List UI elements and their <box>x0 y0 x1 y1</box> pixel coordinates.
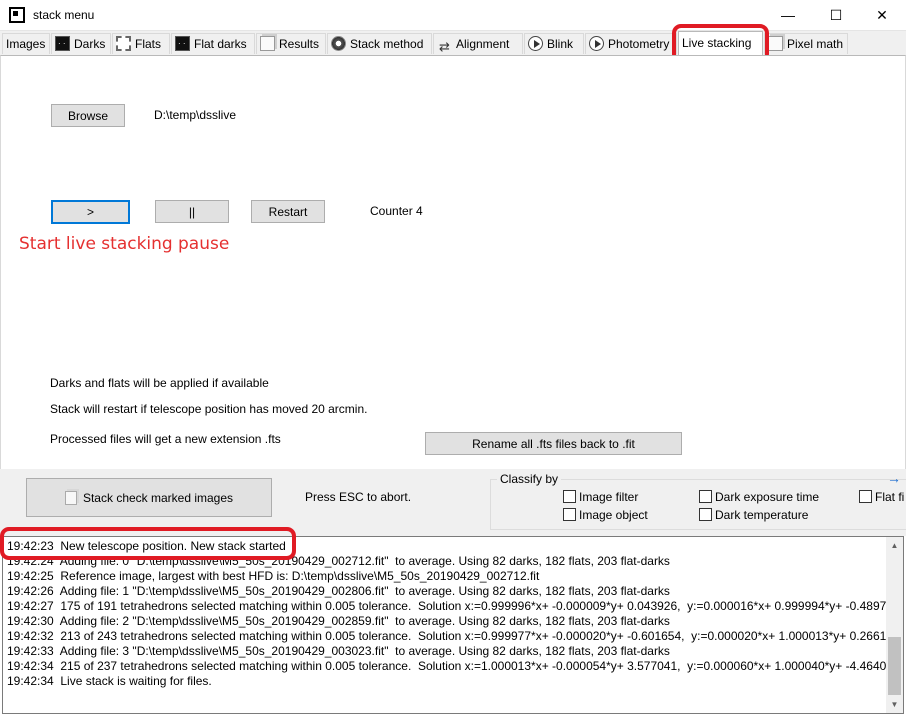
flat-filter-label: Flat fi <box>875 490 905 504</box>
counter-label: Counter 4 <box>370 204 423 218</box>
dark-temperature-checkbox[interactable] <box>699 508 712 521</box>
classify-title: Classify by <box>497 472 562 486</box>
maximize-button[interactable]: ☐ <box>813 0 859 31</box>
stack-images-icon <box>64 490 77 505</box>
scroll-up-icon[interactable]: ▲ <box>886 537 903 554</box>
pause-button[interactable]: || <box>155 200 229 223</box>
minimize-button[interactable]: — <box>765 0 811 31</box>
play-icon <box>528 36 543 51</box>
live-folder-path: D:\temp\dsslive <box>154 108 237 122</box>
log-scrollbar[interactable]: ▲ ▼ <box>886 537 903 713</box>
tab-bar: Images Darks Flats Flat darks Results St… <box>0 31 906 55</box>
dark-exposure-label: Dark exposure time <box>715 490 820 504</box>
rename-fts-button[interactable]: Rename all .fts files back to .fit <box>425 432 682 455</box>
annotation-start-live-stacking: Start live stacking <box>19 234 173 254</box>
tab-flats[interactable]: Flats <box>112 33 170 54</box>
tab-label: Pixel math <box>787 37 844 51</box>
results-icon <box>260 36 275 51</box>
log-memo[interactable]: 19:42:23 New telescope position. New sta… <box>2 536 904 714</box>
esc-abort-text: Press ESC to abort. <box>305 490 412 504</box>
tab-photometry[interactable]: Photometry <box>585 33 677 54</box>
bottom-bar: Stack check marked images Press ESC to a… <box>0 469 906 536</box>
info-darks-flats: Darks and flats will be applied if avail… <box>50 376 269 390</box>
log-line: 19:42:33 Adding file: 3 "D:\temp\dsslive… <box>7 644 670 658</box>
info-extension: Processed files will get a new extension… <box>50 432 281 446</box>
scroll-thumb[interactable] <box>888 637 901 695</box>
log-line: 19:42:32 213 of 243 tetrahedrons selecte… <box>7 629 900 643</box>
image-filter-label: Image filter <box>579 490 639 504</box>
dark-temperature-label: Dark temperature <box>715 508 809 522</box>
play-icon <box>589 36 604 51</box>
image-object-checkbox[interactable] <box>563 508 576 521</box>
window-title: stack menu <box>33 8 95 22</box>
log-line: 19:42:34 215 of 237 tetrahedrons selecte… <box>7 659 900 673</box>
tab-label: Photometry <box>608 37 670 51</box>
stack-check-marked-button[interactable]: Stack check marked images <box>26 478 272 517</box>
annotation-pause: pause <box>178 234 230 254</box>
title-bar: stack menu — ☐ ✕ <box>0 0 906 31</box>
browse-button[interactable]: Browse <box>51 104 125 127</box>
tab-label: Blink <box>547 37 574 51</box>
tab-darks[interactable]: Darks <box>51 33 111 54</box>
gear-icon <box>331 36 346 51</box>
tab-live-stacking[interactable]: Live stacking <box>678 31 763 55</box>
alignment-arrows-icon: ⇄ <box>439 39 450 54</box>
tab-pixel-math[interactable]: Pixel math <box>764 33 848 54</box>
log-line: 19:42:30 Adding file: 2 "D:\temp\dsslive… <box>7 614 670 628</box>
image-filter-checkbox[interactable] <box>563 490 576 503</box>
tab-label: Flat darks <box>194 37 247 51</box>
classify-groupbox <box>490 479 906 530</box>
log-line: 19:42:34 Live stack is waiting for files… <box>7 674 212 688</box>
tab-label: Stack method <box>350 37 424 51</box>
tab-results[interactable]: Results <box>256 33 326 54</box>
log-line: 19:42:27 175 of 191 tetrahedrons selecte… <box>7 599 900 613</box>
arrow-right-icon[interactable]: → <box>887 470 901 486</box>
log-line: 19:42:23 New telescope position. New sta… <box>7 539 286 553</box>
tab-flat-darks[interactable]: Flat darks <box>171 33 255 54</box>
app-icon <box>9 7 25 23</box>
tab-images[interactable]: Images <box>2 33 50 54</box>
scroll-down-icon[interactable]: ▼ <box>886 696 903 713</box>
pixel-math-icon <box>768 36 783 51</box>
info-restart-position: Stack will restart if telescope position… <box>50 402 368 416</box>
restart-button[interactable]: Restart <box>251 200 325 223</box>
log-line: 19:42:26 Adding file: 1 "D:\temp\dsslive… <box>7 584 670 598</box>
tab-label: Live stacking <box>682 36 752 50</box>
tab-label: Images <box>6 37 46 51</box>
tab-label: Alignment <box>456 37 510 51</box>
tab-blink[interactable]: Blink <box>524 33 584 54</box>
tab-label: Results <box>279 37 320 51</box>
start-live-stacking-button[interactable]: > <box>51 200 130 224</box>
close-button[interactable]: ✕ <box>859 0 905 31</box>
tab-alignment[interactable]: ⇄ Alignment <box>433 33 523 54</box>
flat-filter-checkbox[interactable] <box>859 490 872 503</box>
flat-darks-icon <box>175 34 190 54</box>
tab-label: Darks <box>74 37 106 51</box>
log-line: 19:42:25 Reference image, largest with b… <box>7 569 540 583</box>
stack-button-label: Stack check marked images <box>82 490 234 505</box>
dark-exposure-checkbox[interactable] <box>699 490 712 503</box>
image-object-label: Image object <box>579 508 648 522</box>
flats-icon <box>116 36 131 51</box>
darks-icon <box>55 34 70 54</box>
live-stacking-panel: Browse D:\temp\dsslive > || Restart Coun… <box>0 55 906 469</box>
log-line: 19:42:24 Adding file: 0 "D:\temp\dsslive… <box>7 554 670 568</box>
tab-stack-method[interactable]: Stack method <box>327 33 432 54</box>
tab-label: Flats <box>135 37 162 51</box>
